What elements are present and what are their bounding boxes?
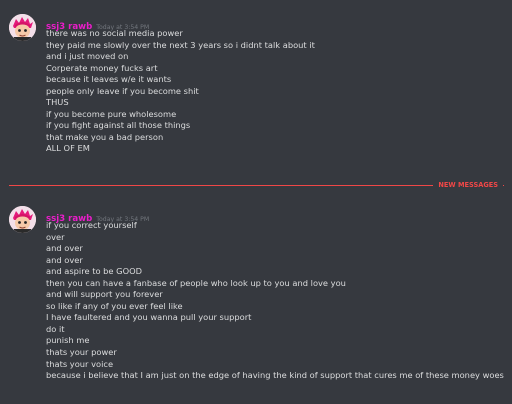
message-header: ssj3 rawb Today at 3:54 PM [46,14,149,32]
message-line: because i believe that I am just on the … [46,370,504,381]
message-line: so like if any of you ever feel like [46,300,183,311]
message-line: ALL OF EM [46,143,90,154]
message-line: punish me [46,335,90,346]
message-line: and over [46,243,83,254]
message-line: Corperate money fucks art [46,62,158,73]
message-line: and i just moved on [46,51,129,62]
message-line: I have faultered and you wanna pull your… [46,312,252,323]
avatar[interactable] [9,206,36,233]
message-line: because it leaves w/e it wants [46,74,172,85]
message-line: they paid me slowly over the next 3 year… [46,39,315,50]
message-line: and aspire to be GOOD [46,266,143,277]
message-body: if you correct yourself over and over an… [46,220,506,382]
message-line: if you become pure wholesome [46,108,177,119]
message-line: if you correct yourself [46,220,137,230]
message-line: and over [46,254,83,265]
message-line: people only leave if you become shit [46,85,199,96]
new-messages-divider [9,185,504,186]
message-line: there was no social media power [46,28,183,38]
user-avatar-icon [9,206,36,233]
user-avatar-icon [9,14,36,41]
chat-messages: ssj3 rawb Today at 3:54 PM there was no s… [0,0,512,404]
message-line: do it [46,323,65,334]
avatar[interactable] [9,14,36,41]
message-body: there was no social media power they pai… [46,28,506,155]
message-line: that make you a bad person [46,131,164,142]
message-line: if you fight against all those things [46,120,191,131]
message-line: and will support you forever [46,289,163,300]
message-line: thats your voice [46,358,114,369]
message-header: ssj3 rawb Today at 3:54 PM [46,206,149,224]
message-line: thats your power [46,347,117,358]
message-line: over [46,231,65,242]
new-messages-label: NEW MESSAGES [433,181,503,190]
message-line: THUS [46,97,69,108]
message-line: then you can have a fanbase of people wh… [46,277,346,288]
